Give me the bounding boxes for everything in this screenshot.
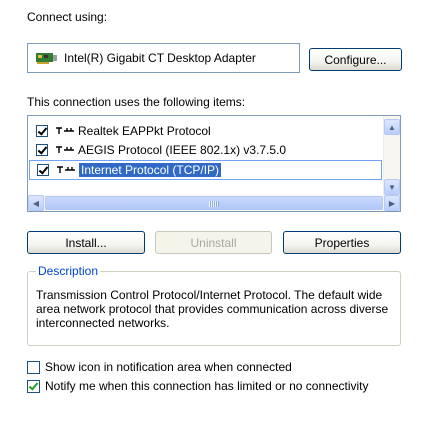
protocol-icon: [56, 127, 74, 134]
description-text: Transmission Control Protocol/Internet P…: [36, 288, 389, 330]
connect-using-label: Connect using:: [27, 10, 108, 24]
notify-checkbox[interactable]: [27, 379, 40, 393]
components-list[interactable]: Realtek EAPPkt Protocol AEGIS Protocol (…: [27, 115, 401, 212]
notify-label: Notify me when this connection has limit…: [45, 379, 369, 393]
scroll-left-icon[interactable]: ◀: [28, 195, 44, 211]
show-icon-label: Show icon in notification area when conn…: [45, 360, 292, 374]
list-item-label: AEGIS Protocol (IEEE 802.1x) v3.7.5.0: [78, 143, 287, 157]
description-title: Description: [36, 264, 101, 278]
show-icon-option[interactable]: Show icon in notification area when conn…: [27, 360, 292, 374]
uninstall-button: Uninstall: [155, 231, 272, 254]
list-item[interactable]: Realtek EAPPkt Protocol: [36, 122, 211, 140]
grip-icon: [209, 201, 219, 207]
protocol-icon: [57, 166, 75, 173]
configure-button[interactable]: Configure...: [309, 48, 402, 71]
item-checkbox[interactable]: [36, 144, 48, 156]
install-button[interactable]: Install...: [27, 231, 145, 254]
item-checkbox[interactable]: [36, 125, 48, 137]
horizontal-scrollbar[interactable]: ◀ ▶: [28, 195, 400, 211]
protocol-icon: [56, 146, 74, 153]
scroll-thumb[interactable]: [45, 196, 383, 210]
items-label: This connection uses the following items…: [27, 95, 246, 109]
list-item-label: Realtek EAPPkt Protocol: [78, 124, 211, 138]
show-icon-checkbox[interactable]: [27, 360, 40, 374]
network-adapter-icon: [36, 53, 57, 64]
scroll-right-icon[interactable]: ▶: [384, 195, 400, 211]
scroll-down-icon[interactable]: ▼: [384, 179, 400, 195]
list-item-label: Internet Protocol (TCP/IP): [79, 163, 222, 177]
list-item-selected[interactable]: Internet Protocol (TCP/IP): [29, 160, 382, 180]
notify-option[interactable]: Notify me when this connection has limit…: [27, 379, 369, 393]
vertical-scrollbar[interactable]: ▲ ▼: [383, 116, 400, 196]
scroll-up-icon[interactable]: ▲: [384, 119, 400, 135]
adapter-name: Intel(R) Gigabit CT Desktop Adapter: [64, 51, 256, 65]
properties-button[interactable]: Properties: [283, 231, 401, 254]
adapter-field: Intel(R) Gigabit CT Desktop Adapter: [27, 43, 300, 73]
item-checkbox[interactable]: [37, 164, 49, 176]
list-item[interactable]: AEGIS Protocol (IEEE 802.1x) v3.7.5.0: [36, 141, 286, 159]
